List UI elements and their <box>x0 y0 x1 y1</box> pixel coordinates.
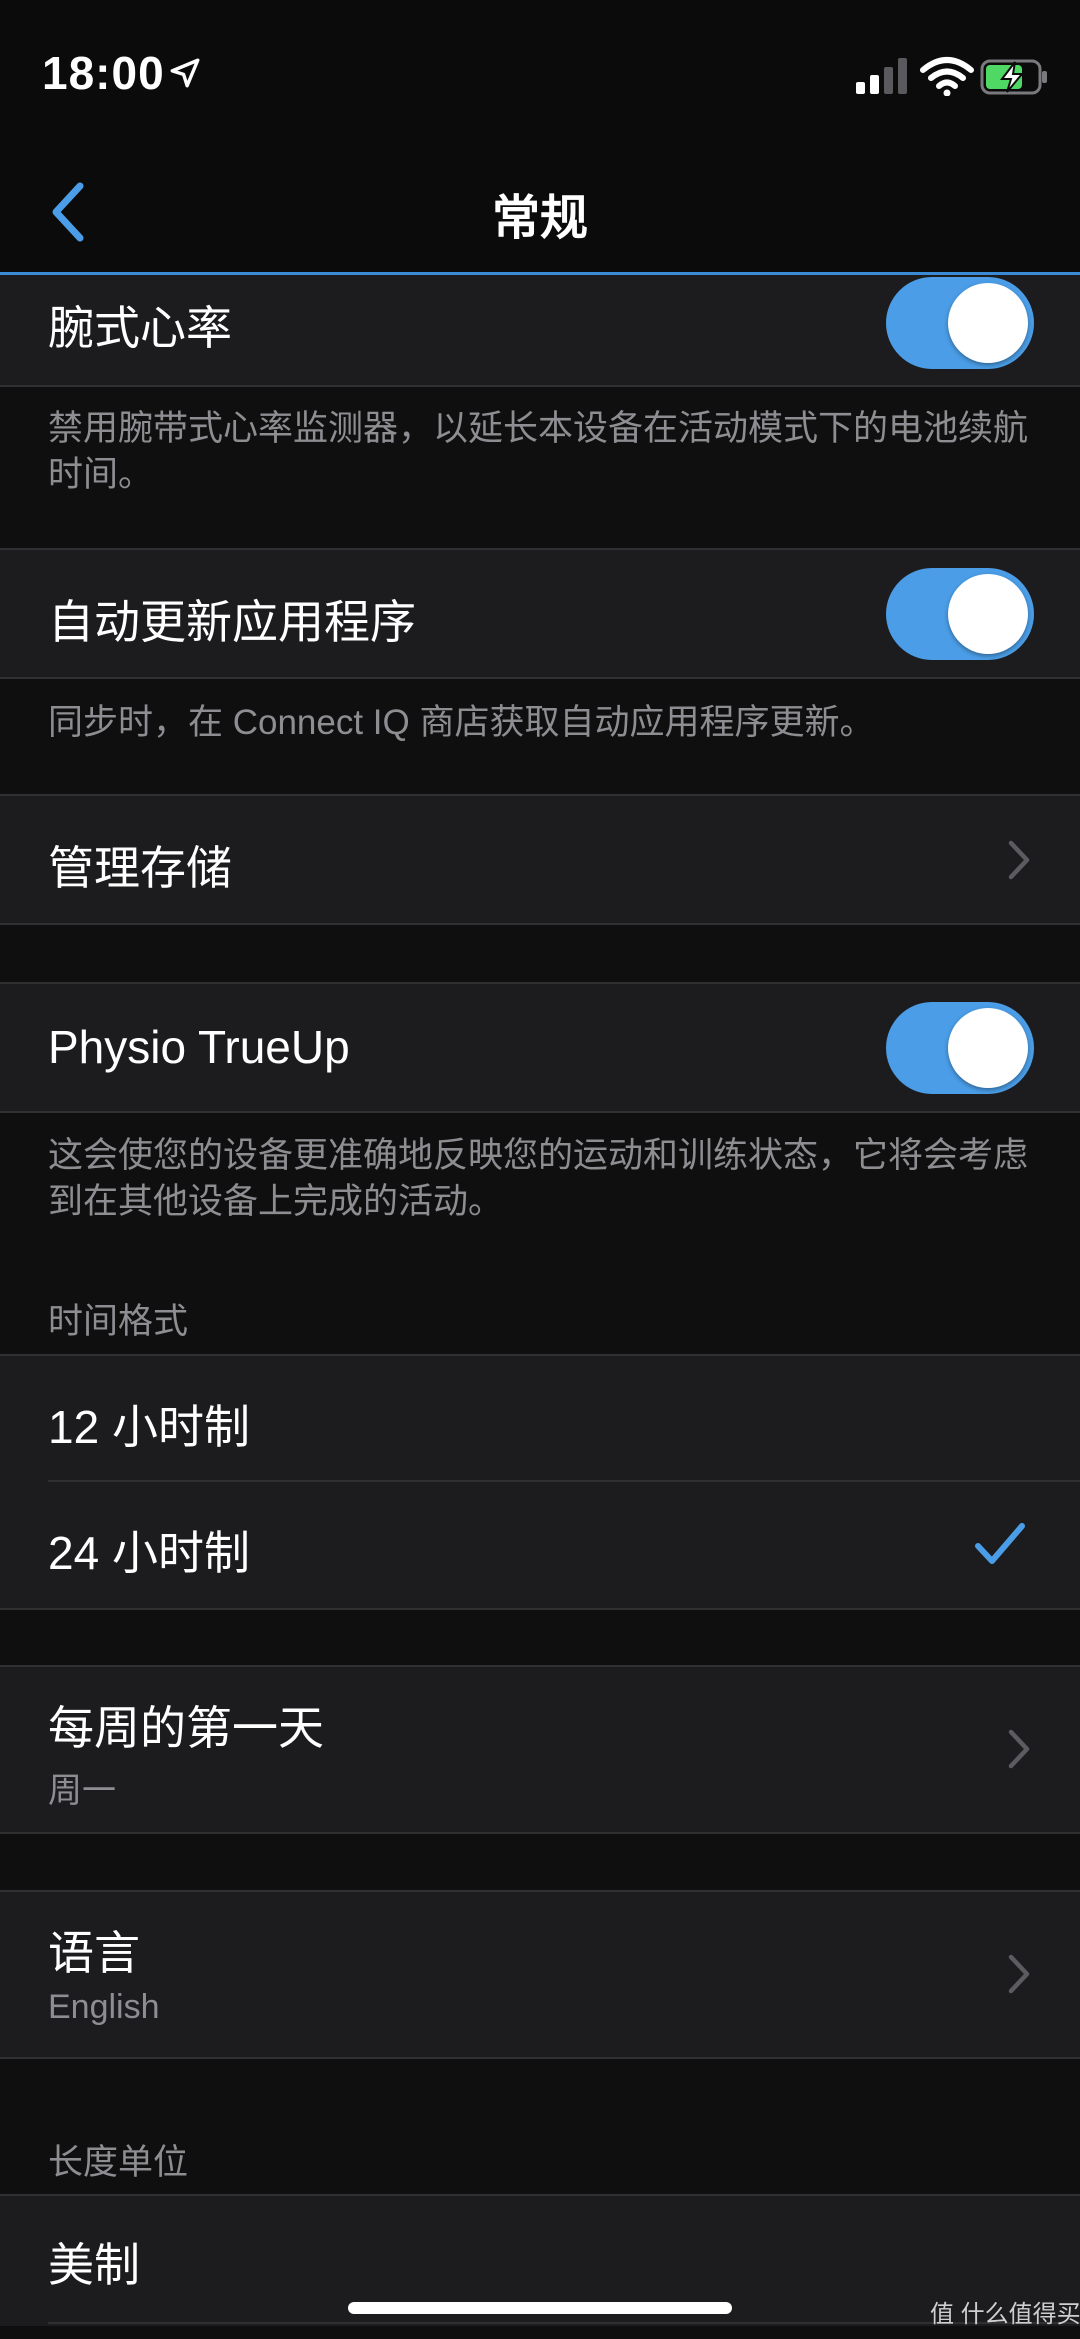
toggle-knob <box>948 283 1028 363</box>
physio-trueup-label: Physio TrueUp <box>48 1021 350 1073</box>
battery-charging-icon <box>980 59 1047 95</box>
chevron-right-icon <box>1008 840 1030 880</box>
time-format-header: 时间格式 <box>48 1302 189 1341</box>
divider <box>0 1111 1080 1113</box>
divider <box>0 2057 1080 2059</box>
time-format-24h-label: 24 小时制 <box>48 1527 250 1579</box>
status-bar: 18:00 <box>0 0 1080 160</box>
home-indicator <box>348 2302 732 2314</box>
divider <box>0 677 1080 679</box>
auto-update-apps-description: 同步时，在 Connect IQ 商店获取自动应用程序更新。 <box>48 703 875 742</box>
time-format-24h-option[interactable]: 24 小时制 <box>0 1482 1080 1608</box>
first-day-of-week-row[interactable]: 每周的第一天 周一 <box>0 1667 1080 1832</box>
watermark: 值 什么值得买 <box>930 2301 1080 2328</box>
checkmark-icon <box>975 1523 1025 1564</box>
first-day-of-week-label: 每周的第一天 <box>48 1702 324 1754</box>
divider <box>0 1832 1080 1834</box>
chevron-right-icon <box>1008 1729 1030 1769</box>
manage-storage-label: 管理存储 <box>48 842 232 894</box>
wifi-icon <box>920 57 974 96</box>
auto-update-apps-toggle[interactable] <box>886 568 1034 660</box>
physio-trueup-toggle[interactable] <box>886 1002 1034 1094</box>
wrist-heart-rate-row: 腕式心率 <box>0 275 1080 385</box>
toggle-knob <box>948 574 1028 654</box>
language-value: English <box>48 1988 160 2026</box>
wrist-heart-rate-toggle[interactable] <box>886 277 1034 369</box>
language-row[interactable]: 语言 English <box>0 1892 1080 2057</box>
time-format-12h-label: 12 小时制 <box>48 1401 250 1453</box>
divider <box>0 385 1080 387</box>
cellular-signal-icon <box>856 58 907 94</box>
divider <box>0 923 1080 925</box>
divider <box>48 2322 1080 2324</box>
length-unit-us-label: 美制 <box>48 2239 140 2291</box>
chevron-right-icon <box>1008 1954 1030 1994</box>
auto-update-apps-row: 自动更新应用程序 <box>0 550 1080 677</box>
toggle-knob <box>948 1008 1028 1088</box>
auto-update-apps-label: 自动更新应用程序 <box>48 596 416 648</box>
length-unit-header: 长度单位 <box>48 2143 189 2182</box>
physio-trueup-row: Physio TrueUp <box>0 984 1080 1111</box>
divider <box>0 1608 1080 1610</box>
wrist-heart-rate-description: 禁用腕带式心率监测器，以延长本设备在活动模式下的电池续航时间。 <box>48 409 1029 494</box>
nav-bar: 常规 <box>0 160 1080 275</box>
language-label: 语言 <box>48 1927 140 1979</box>
time-format-12h-option[interactable]: 12 小时制 <box>0 1356 1080 1482</box>
physio-trueup-description: 这会使您的设备更准确地反映您的运动和训练状态，它将会考虑到在其他设备上完成的活动… <box>48 1136 1029 1221</box>
manage-storage-row[interactable]: 管理存储 <box>0 796 1080 923</box>
status-time: 18:00 <box>42 47 165 99</box>
wrist-heart-rate-label: 腕式心率 <box>48 302 232 354</box>
location-arrow-icon <box>170 58 200 88</box>
page-title: 常规 <box>491 192 588 245</box>
first-day-of-week-value: 周一 <box>48 1772 116 1810</box>
